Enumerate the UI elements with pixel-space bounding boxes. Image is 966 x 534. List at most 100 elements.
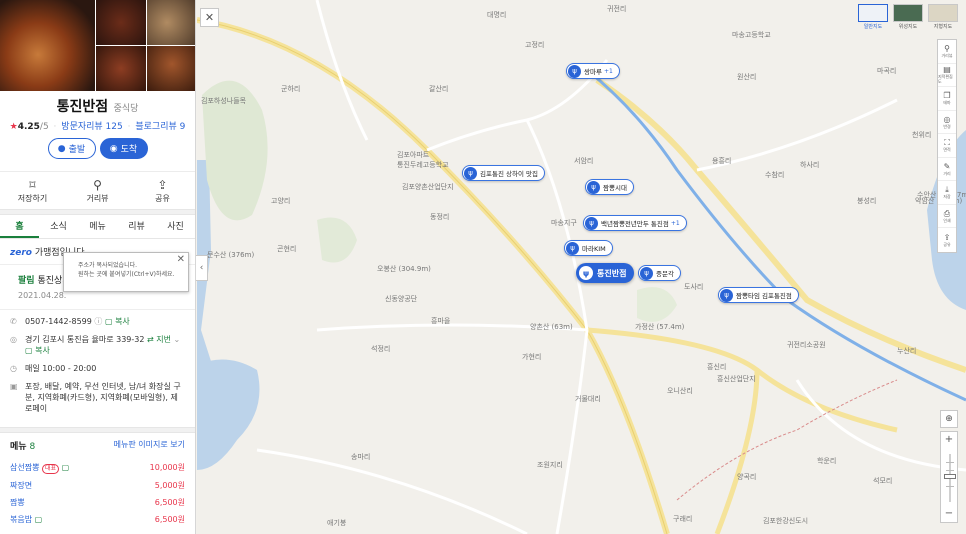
arrival-button[interactable]: ◉ 도착 (99, 138, 148, 159)
departure-icon: ● (57, 143, 66, 154)
save-label: 저장하기 (17, 194, 48, 203)
map-poi[interactable]: ψ 마라KIM (564, 240, 613, 256)
star-icon: ★ (9, 122, 18, 132)
tool-share[interactable]: ⇪ 공유 (938, 228, 956, 252)
zoom-slider-handle[interactable] (944, 474, 956, 479)
zoom-tick (946, 470, 954, 471)
map-label: 갈산리 (429, 85, 449, 93)
blog-reviews-link[interactable]: 블로그리뷰 9 (135, 122, 185, 132)
photo-main[interactable] (0, 0, 95, 91)
streetview-label: 거리뷰 (86, 194, 109, 203)
photo-thumb[interactable] (96, 0, 146, 45)
tab-news[interactable]: 소식 (39, 215, 78, 238)
representative-badge: 대표 (42, 464, 60, 474)
map-label: 문수산 (376m) (207, 251, 255, 259)
close-panel-button[interactable]: ✕ (200, 8, 219, 27)
map-label: 조원지리 (537, 461, 563, 469)
map-label: 마송지구 (551, 219, 577, 227)
area-icon: ⛶ (944, 138, 950, 148)
selected-place-label: 통진반점 (597, 268, 627, 278)
tab-reviews[interactable]: 리뷰 (117, 215, 156, 238)
zoom-out-button[interactable]: − (941, 506, 957, 522)
menu-image-link[interactable]: 메뉴판 이미지로 보기 (114, 439, 185, 452)
streetview-button[interactable]: ⚲ 거리뷰 (65, 178, 130, 204)
facilities-text: 포장, 배달, 예약, 무선 인터넷, 남/녀 화장실 구분, 지역화폐(카드형… (25, 382, 181, 413)
map-label: 양촌산 (63m) (530, 323, 573, 331)
zoom-tick (946, 462, 954, 463)
share-icon: ⇪ (157, 178, 168, 192)
photo-icon: ▢ (34, 515, 43, 524)
map-label: 고양리 (271, 197, 291, 205)
photo-thumb[interactable] (147, 46, 195, 91)
tab-menu[interactable]: 메뉴 (78, 215, 117, 238)
tool-label: 공유 (943, 241, 951, 247)
maptype-terrain[interactable]: 지형지도 (928, 4, 958, 30)
address-text: 경기 김포시 통진읍 율마로 339-32 (25, 335, 145, 344)
poi-label: 쌍마루 (584, 68, 602, 76)
copy-phone-button[interactable]: ▢ 복사 (105, 317, 130, 326)
menu-item[interactable]: 짬뽕 6,500원 (10, 497, 185, 508)
menu-count: 8 (29, 442, 36, 452)
tool-streetview[interactable]: ⚲ 거리뷰 (938, 40, 956, 64)
photo-thumb[interactable] (96, 46, 146, 91)
tool-cadastral[interactable]: ▤ 지적편집도 (938, 64, 956, 87)
share-icon: ⇪ (943, 232, 951, 242)
tab-home[interactable]: 홈 (0, 215, 39, 238)
map-poi[interactable]: ψ 짬뽕시대 (585, 179, 634, 195)
poi-badge: +1 (670, 219, 680, 227)
photo-thumb[interactable] (147, 0, 195, 45)
departure-button[interactable]: ● 출발 (47, 138, 96, 159)
phone-row: ✆ 0507-1442-8599 ⓘ ▢ 복사 (10, 316, 185, 327)
map-label: 봉성리 (857, 197, 877, 205)
map-poi[interactable]: ψ 짬뽕타임 김포통진점 (718, 287, 799, 303)
copy-label: 복사 (35, 346, 50, 355)
toast-line-2: 원하는 곳에 붙여넣기(Ctrl+V)하세요. (78, 271, 175, 278)
map-poi[interactable]: ψ 중문각 (638, 265, 681, 281)
menu-item[interactable]: 볶음밥 ▢ 6,500원 (10, 514, 185, 525)
maptype-normal[interactable]: 일반지도 (858, 4, 888, 30)
menu-item-name: 짬뽕 (10, 498, 25, 507)
share-button[interactable]: ⇪ 공유 (130, 178, 195, 204)
my-location-button[interactable]: ⊕ (940, 410, 958, 428)
restaurant-icon: ψ (568, 64, 581, 78)
map-poi[interactable]: ψ 김포통진 상하이 맛집 (462, 165, 545, 181)
copy-address-button[interactable]: ▢ 복사 (25, 346, 50, 355)
clock-icon: ◷ (10, 364, 17, 373)
phone-icon: ✆ (10, 317, 17, 326)
map-label: 하사리 (800, 161, 820, 169)
tool-radius[interactable]: ◎ 반경 (938, 111, 956, 134)
map-label: 천위리 (912, 131, 932, 139)
collapse-panel-button[interactable]: ‹ (196, 255, 208, 281)
tool-save[interactable]: ⤓ 저장 (938, 181, 956, 205)
visitor-reviews-link[interactable]: 방문자리뷰 125 (61, 122, 122, 132)
copy-label: 복사 (115, 317, 130, 326)
tab-photos[interactable]: 사진 (156, 215, 195, 238)
tool-label: 테마 (943, 100, 951, 106)
menu-item[interactable]: 짜장면 5,000원 (10, 480, 185, 491)
location-icon: ◎ (10, 335, 17, 344)
zoom-in-button[interactable]: + (941, 432, 957, 448)
close-icon[interactable]: ✕ (177, 255, 185, 265)
menu-item-name: 짜장면 (10, 481, 33, 490)
selected-place-marker[interactable]: ψ 통진반점 (576, 263, 635, 283)
save-button[interactable]: ⌑ 저장하기 (0, 178, 65, 204)
map-label: 고정리 (525, 41, 545, 49)
restaurant-icon: ψ (720, 288, 733, 302)
action-row: ⌑ 저장하기 ⚲ 거리뷰 ⇪ 공유 (0, 171, 195, 209)
menu-item[interactable]: 삼선짬뽕 대표 ▢ 10,000원 (10, 462, 185, 474)
chevron-down-icon[interactable]: ⌄ (174, 335, 181, 344)
tool-print[interactable]: ⎙ 인쇄 (938, 205, 956, 228)
jibun-toggle[interactable]: ⇄ 지번 (147, 335, 171, 344)
tool-distance[interactable]: ✎ 거리 (938, 158, 956, 181)
map-poi[interactable]: ψ 쌍마루 +1 (566, 63, 620, 79)
menu-item-name: 삼선짬뽕 (10, 463, 40, 472)
tool-theme[interactable]: ❐ 테마 (938, 87, 956, 111)
rating-max: /5 (39, 122, 49, 132)
place-header: 통진반점 중식당 ★4.25/5 · 방문자리뷰 125 · 블로그리뷰 9 ●… (0, 90, 195, 171)
maptype-satellite[interactable]: 위성지도 (893, 4, 923, 30)
photo-gallery[interactable] (0, 0, 195, 91)
zoom-control: + − (940, 431, 958, 523)
map-poi[interactable]: ψ 백년짬뽕전년만두 통진점 +1 (583, 215, 687, 231)
map-label: 흥신산업단지 (717, 375, 756, 383)
tool-area[interactable]: ⛶ 면적 (938, 134, 956, 158)
